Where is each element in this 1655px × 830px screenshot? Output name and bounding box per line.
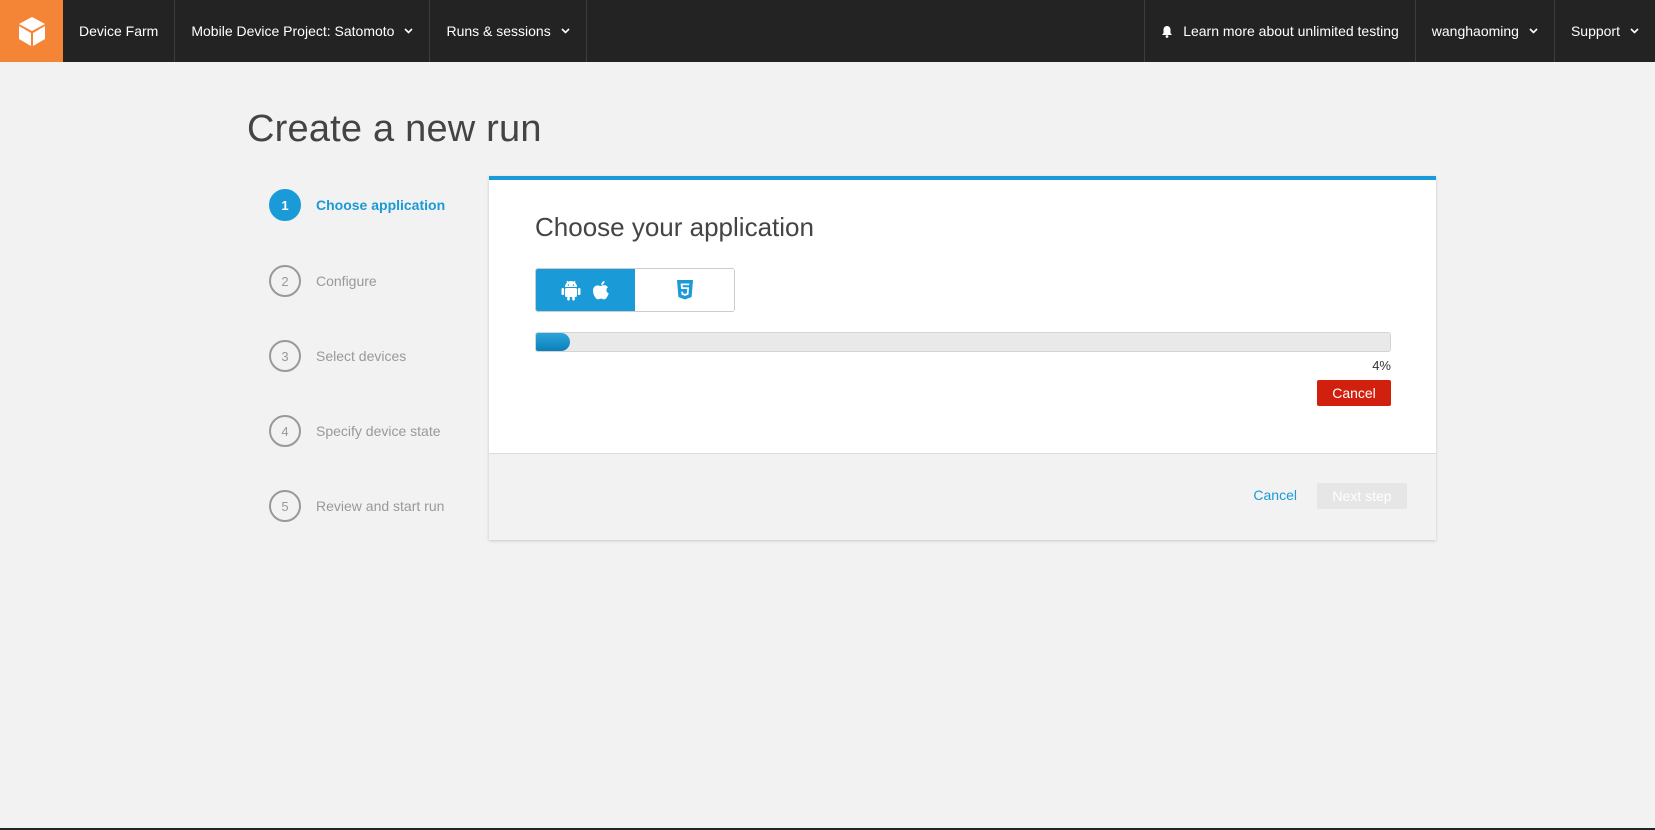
nav-user-dropdown[interactable]: wanghaoming xyxy=(1416,0,1555,62)
chevron-down-icon xyxy=(561,28,570,34)
nav-support-dropdown[interactable]: Support xyxy=(1555,0,1655,62)
nav-project-dropdown[interactable]: Mobile Device Project: Satomoto xyxy=(175,0,431,62)
chevron-down-icon xyxy=(1529,28,1538,34)
nav-service-name[interactable]: Device Farm xyxy=(63,0,176,62)
android-icon xyxy=(561,280,580,301)
chevron-down-icon xyxy=(1630,28,1639,34)
upload-progress-text: 4% xyxy=(1372,358,1391,373)
step-number: 4 xyxy=(269,415,301,447)
runs-label: Runs & sessions xyxy=(446,23,551,39)
next-step-button[interactable]: Next step xyxy=(1317,483,1407,509)
step-label: Review and start run xyxy=(316,498,445,514)
service-name-label: Device Farm xyxy=(79,23,159,39)
platform-toggle xyxy=(535,268,735,312)
step-select-devices[interactable]: 3 Select devices xyxy=(269,340,489,372)
nav-learn-more[interactable]: Learn more about unlimited testing xyxy=(1144,0,1416,62)
step-label: Select devices xyxy=(316,348,407,364)
step-label: Configure xyxy=(316,273,377,289)
html5-icon xyxy=(676,280,693,300)
native-app-toggle[interactable] xyxy=(536,269,635,311)
step-number: 1 xyxy=(269,189,301,221)
panel-footer: Cancel Next step xyxy=(489,453,1436,540)
upload-progress-bar xyxy=(535,332,1391,352)
user-label: wanghaoming xyxy=(1431,23,1519,39)
cube-icon xyxy=(18,17,45,46)
cancel-upload-button[interactable]: Cancel xyxy=(1317,380,1391,406)
bell-icon xyxy=(1161,25,1173,38)
project-label: Mobile Device Project: Satomoto xyxy=(191,23,395,39)
home-logo[interactable] xyxy=(0,0,63,62)
apple-icon xyxy=(592,280,609,299)
step-number: 3 xyxy=(269,340,301,372)
choose-application-panel: Choose your application 4% Cancel Cancel… xyxy=(489,176,1436,540)
learn-more-label: Learn more about unlimited testing xyxy=(1183,23,1399,39)
panel-heading: Choose your application xyxy=(535,212,814,242)
upload-progress-fill xyxy=(536,333,571,351)
nav-runs-dropdown[interactable]: Runs & sessions xyxy=(430,0,587,62)
cancel-link[interactable]: Cancel xyxy=(1253,487,1297,503)
top-nav: Device Farm Mobile Device Project: Satom… xyxy=(0,0,1655,62)
chevron-down-icon xyxy=(404,28,414,34)
step-label: Specify device state xyxy=(316,423,441,439)
step-choose-application[interactable]: 1 Choose application xyxy=(269,189,489,221)
step-specify-device-state[interactable]: 4 Specify device state xyxy=(269,415,489,447)
support-label: Support xyxy=(1570,23,1620,39)
step-review-and-start[interactable]: 5 Review and start run xyxy=(269,490,489,522)
step-number: 2 xyxy=(269,265,301,297)
step-number: 5 xyxy=(269,490,301,522)
step-label: Choose application xyxy=(316,197,446,213)
page-title: Create a new run xyxy=(247,108,542,150)
step-configure[interactable]: 2 Configure xyxy=(269,265,489,297)
web-app-toggle[interactable] xyxy=(635,269,734,311)
